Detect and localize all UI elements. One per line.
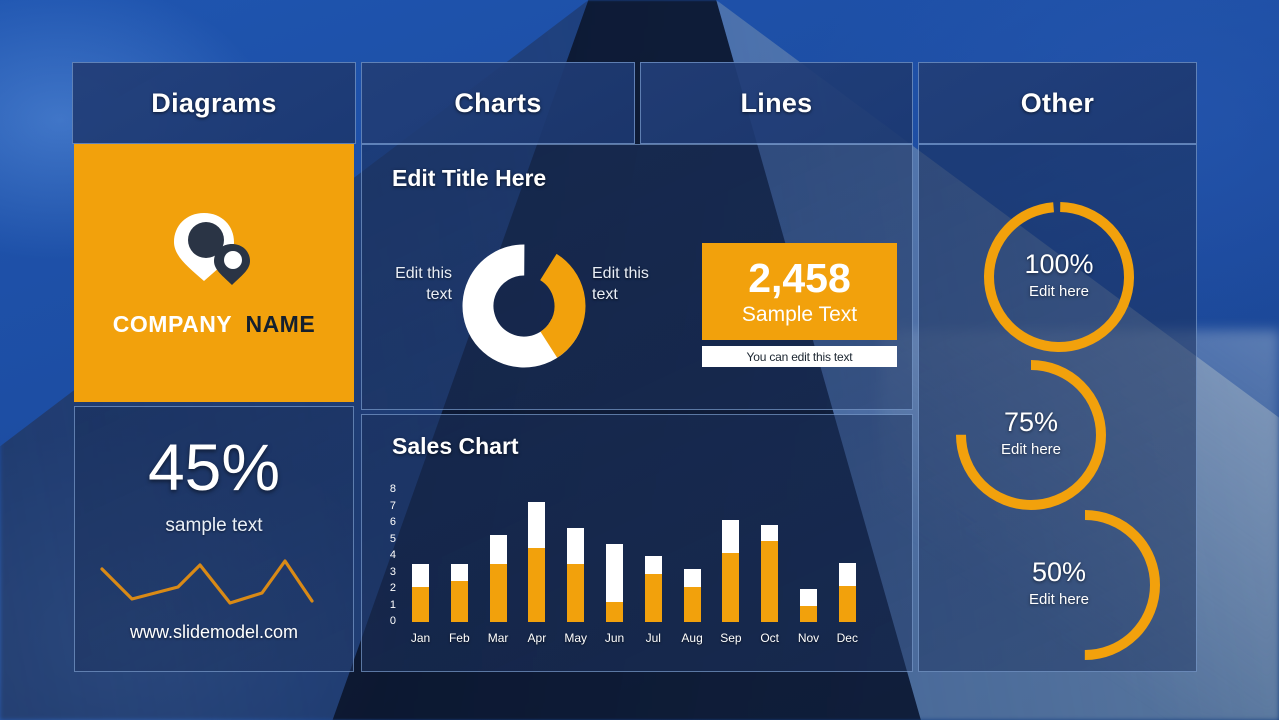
donut-label-left: Edit this text (372, 263, 452, 305)
x-axis-tick: Apr (517, 631, 556, 645)
tab-lines-label: Lines (740, 88, 812, 119)
x-axis-tick: Mar (479, 631, 518, 645)
gauge-50: 50% Edit here (995, 495, 1175, 675)
x-axis-tick: Dec (828, 631, 867, 645)
tab-diagrams-label: Diagrams (151, 88, 276, 119)
website-url[interactable]: www.slidemodel.com (75, 622, 353, 643)
bar-value-segment (761, 541, 778, 622)
gauge-100: 100% Edit here (969, 187, 1149, 367)
donut-label-right: Edit this text (592, 263, 678, 305)
x-axis-tick: Jan (401, 631, 440, 645)
gauge-100-percent: 100% (969, 249, 1149, 280)
y-axis-tick: 1 (382, 599, 396, 611)
tab-charts[interactable]: Charts (361, 62, 635, 144)
metric-caption: sample text (75, 515, 353, 537)
kpi-subtitle: Sample Text (742, 301, 857, 329)
company-name-first: COMPANY (113, 311, 232, 337)
tab-diagrams[interactable]: Diagrams (72, 62, 356, 144)
bar-value-segment (490, 564, 507, 622)
donut-chart (459, 241, 589, 371)
gauge-100-caption: Edit here (969, 283, 1149, 300)
bar-value-segment (567, 564, 584, 622)
bar-value-segment (684, 587, 701, 622)
y-axis-tick: 7 (382, 500, 396, 512)
metric-percent: 45% (75, 429, 353, 505)
x-axis-tick: Oct (750, 631, 789, 645)
gauge-50-percent: 50% (969, 557, 1149, 588)
tab-other[interactable]: Other (918, 62, 1197, 144)
sales-chart-plot: 8 7 6 5 4 3 2 1 0 JanFebMarAprMayJunJulAugSepOctN… (362, 415, 914, 673)
tab-charts-label: Charts (454, 88, 541, 119)
donut-label-right-line2: text (592, 286, 618, 303)
bar-value-segment (839, 586, 856, 622)
kpi-card[interactable]: 2,458 Sample Text (702, 243, 897, 340)
gauge-75-caption: Edit here (941, 441, 1121, 458)
x-axis-tick: Feb (440, 631, 479, 645)
kpi-note-field[interactable]: You can edit this text (702, 346, 897, 367)
tab-lines[interactable]: Lines (640, 62, 913, 144)
x-axis-tick: Jun (595, 631, 634, 645)
gauge-50-caption: Edit here (969, 591, 1149, 608)
location-pin-logo-icon (166, 209, 262, 295)
bar-value-segment (606, 602, 623, 622)
y-axis-tick: 6 (382, 516, 396, 528)
donut-label-right-line1: Edit this (592, 265, 649, 282)
bar-value-segment (451, 581, 468, 622)
trend-line-icon (100, 557, 330, 615)
y-axis-tick: 0 (382, 615, 396, 627)
donut-label-left-line2: text (426, 286, 452, 303)
bar-value-segment (722, 553, 739, 622)
x-axis-tick: Nov (789, 631, 828, 645)
slide-canvas: Diagrams Charts Lines Other COMPANY_NAME… (0, 0, 1279, 720)
kpi-value: 2,458 (748, 255, 851, 301)
company-panel[interactable]: COMPANY_NAME (74, 144, 354, 402)
bar-value-segment (412, 587, 429, 622)
charts-panel: Edit Title Here Edit this text Edit this… (361, 144, 913, 410)
sales-chart-panel: Sales Chart 876543210JanFebMarAprMayJunJ… (361, 414, 913, 672)
y-axis-tick: 5 (382, 533, 396, 545)
bar-value-segment (800, 606, 817, 623)
charts-panel-title: Edit Title Here (392, 165, 546, 192)
company-name: COMPANY_NAME (113, 311, 315, 338)
y-axis-tick: 4 (382, 549, 396, 561)
x-axis-tick: May (556, 631, 595, 645)
y-axis-tick: 3 (382, 566, 396, 578)
x-axis-tick: Jul (634, 631, 673, 645)
gauges-panel: 100% Edit here 75% Edit here 50% Edit he… (918, 144, 1197, 672)
donut-label-left-line1: Edit this (395, 265, 452, 282)
bar-value-segment (645, 574, 662, 622)
gauge-75-percent: 75% (941, 407, 1121, 438)
tab-other-label: Other (1021, 88, 1095, 119)
x-axis-tick: Sep (711, 631, 750, 645)
metric-panel: 45% sample text www.slidemodel.com (74, 406, 354, 672)
company-name-second: NAME (245, 311, 315, 337)
x-axis-tick: Aug (673, 631, 712, 645)
y-axis-tick: 8 (382, 483, 396, 495)
bar-value-segment (528, 548, 545, 622)
y-axis-tick: 2 (382, 582, 396, 594)
